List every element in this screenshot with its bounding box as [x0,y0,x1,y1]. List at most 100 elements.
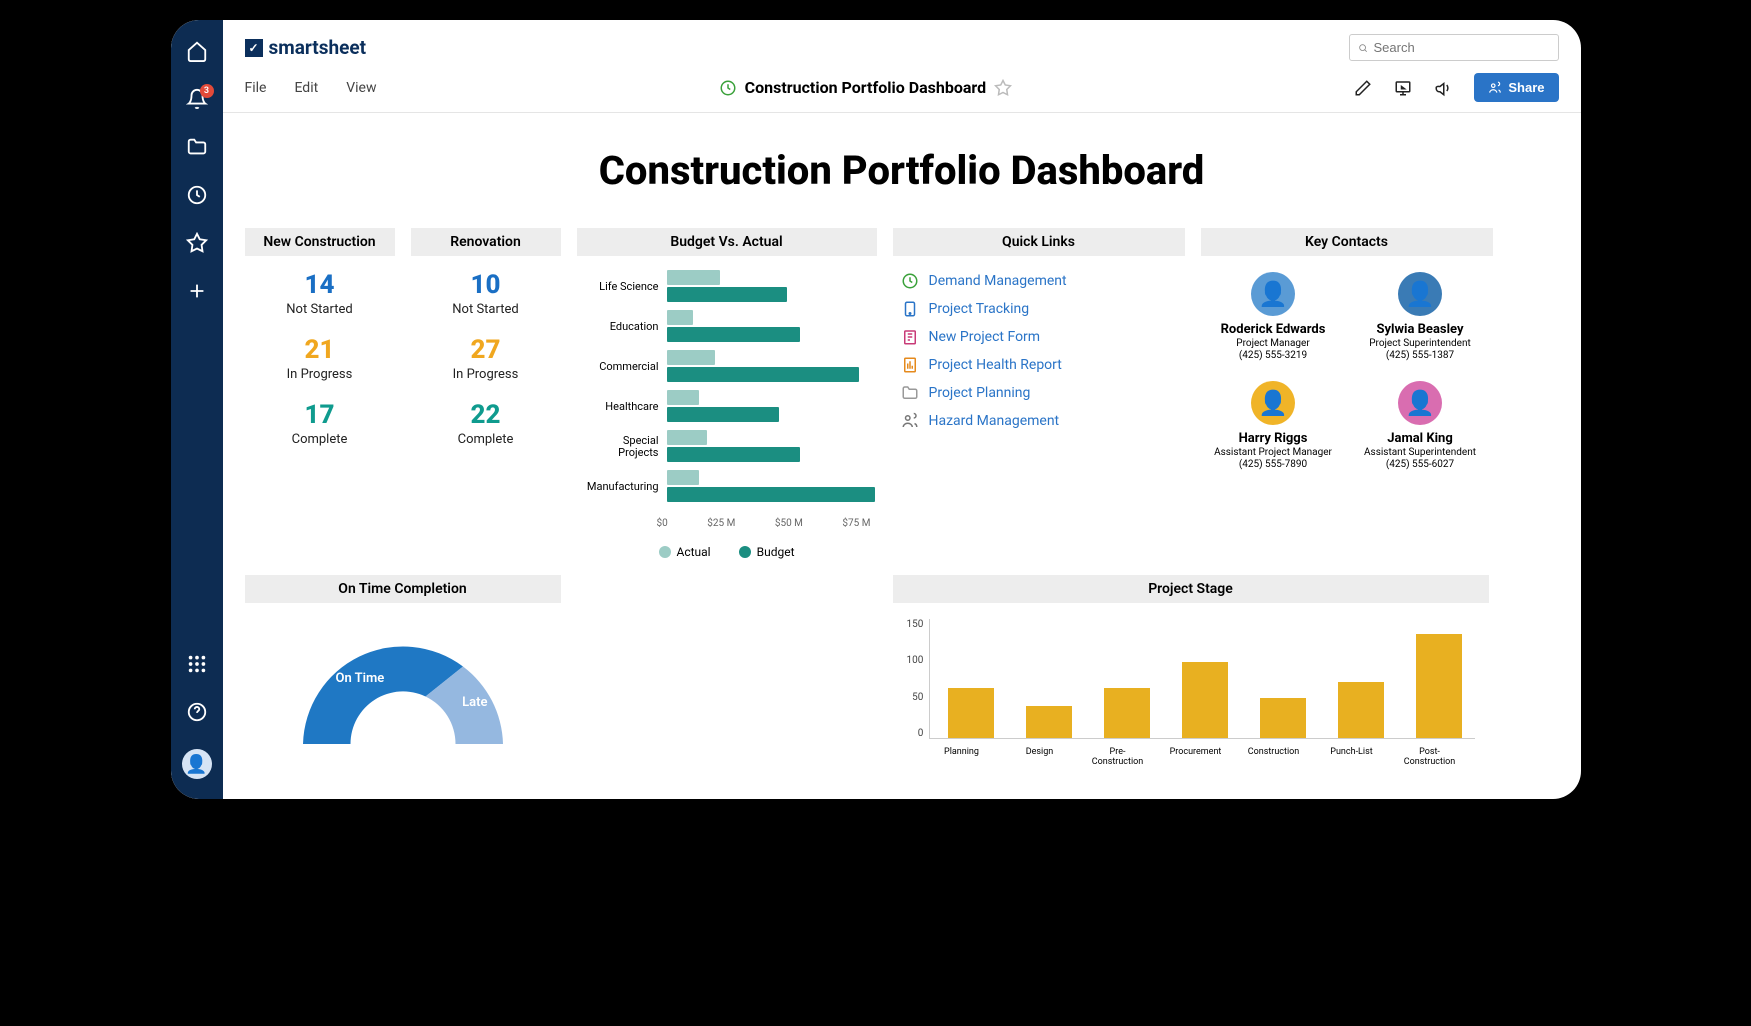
budget-chart: Life ScienceEducationCommercialHealthcar… [577,256,877,514]
clock-icon [901,272,919,290]
quick-link-row[interactable]: New Project Form [901,328,1177,346]
quick-link-row[interactable]: Hazard Management [901,412,1177,430]
widget-project-stage: Project Stage 150100500 PlanningDesignPr… [893,575,1489,767]
contact-name: Roderick Edwards [1205,322,1342,337]
stat-value: 22 [411,400,561,430]
stage-bar [1416,634,1462,738]
menu-edit[interactable]: Edit [294,80,318,96]
widget-key-contacts: Key Contacts 👤Roderick EdwardsProject Ma… [1201,228,1493,559]
stage-bar [1182,662,1228,738]
stat-label: In Progress [411,367,561,382]
widget-header: Project Stage [893,575,1489,603]
quick-link-row[interactable]: Project Planning [901,384,1177,402]
recent-icon[interactable] [186,184,208,206]
contact-card: 👤Jamal KingAssistant Superintendent(425)… [1352,381,1489,470]
stage-bar [1104,688,1150,738]
contact-role: Assistant Superintendent [1352,447,1489,458]
stage-label: Post-Construction [1399,747,1461,767]
quick-link[interactable]: Project Planning [929,385,1031,401]
report-icon [901,356,919,374]
user-avatar-icon[interactable]: 👤 [182,749,212,779]
present-icon[interactable] [1394,79,1412,97]
contact-phone: (425) 555-1387 [1352,350,1489,361]
contact-avatar-icon: 👤 [1251,381,1295,425]
dashboard-type-icon [719,79,737,97]
contact-role: Project Superintendent [1352,338,1489,349]
stat-label: In Progress [245,367,395,382]
brand-mark-icon: ✓ [245,39,263,57]
announce-icon[interactable] [1434,79,1452,97]
stage-label: Pre-Construction [1087,747,1149,767]
quick-link[interactable]: Hazard Management [929,413,1060,429]
stat-label: Not Started [245,302,395,317]
legend-actual: Actual [659,545,711,559]
stat-block: 14 Not Started [245,256,395,321]
folder-icon[interactable] [186,136,208,158]
bar-label: Life Science [587,281,667,293]
stat-block: 27 In Progress [411,321,561,386]
contact-name: Harry Riggs [1205,431,1342,446]
widget-header: New Construction [245,228,395,256]
menubar: File Edit View Construction Portfolio Da… [223,67,1581,113]
quick-link[interactable]: Demand Management [929,273,1067,289]
help-icon[interactable] [186,701,208,723]
contact-card: 👤Sylwia BeasleyProject Superintendent(42… [1352,272,1489,361]
widget-header: Quick Links [893,228,1185,256]
brand-logo[interactable]: ✓ smartsheet [245,36,367,59]
favorites-icon[interactable] [186,232,208,254]
home-icon[interactable] [186,40,208,62]
stage-bar [1026,706,1072,738]
app-frame: 3 👤 ✓ smartsheet File Edit V [171,20,1581,799]
widget-header: Key Contacts [1201,228,1493,256]
search-box[interactable] [1349,34,1559,61]
add-icon[interactable] [186,280,208,302]
stat-value: 17 [245,400,395,430]
contact-card: 👤Roderick EdwardsProject Manager(425) 55… [1205,272,1342,361]
stat-block: 17 Complete [245,386,395,451]
dashboard-content: Construction Portfolio Dashboard New Con… [223,113,1581,799]
widget-quick-links: Quick Links Demand Management Project Tra… [893,228,1185,559]
doc-title: Construction Portfolio Dashboard [745,78,986,97]
bar-label: Special Projects [587,435,667,459]
share-people-icon [1488,81,1502,95]
stat-value: 10 [411,270,561,300]
contact-avatar-icon: 👤 [1398,381,1442,425]
widget-ontime: On Time Completion On Time Late [245,575,561,767]
widget-header: Budget Vs. Actual [577,228,877,256]
favorite-star-icon[interactable] [994,79,1012,97]
apps-icon[interactable] [186,653,208,675]
bar-label: Healthcare [587,401,667,413]
stage-label: Procurement [1165,747,1227,767]
legend-budget: Budget [739,545,795,559]
menu-file[interactable]: File [245,80,267,96]
stat-value: 27 [411,335,561,365]
quick-link[interactable]: New Project Form [929,329,1041,345]
notifications-icon[interactable]: 3 [186,88,208,110]
bar-label: Manufacturing [587,481,667,493]
main-area: ✓ smartsheet File Edit View Construction… [223,20,1581,799]
quick-link-row[interactable]: Project Health Report [901,356,1177,374]
widget-renovation: Renovation 10Not Started27In Progress22C… [411,228,561,559]
search-input[interactable] [1374,40,1550,55]
stat-value: 21 [245,335,395,365]
stage-bar [1260,698,1306,738]
quick-link[interactable]: Project Tracking [929,301,1030,317]
search-icon [1358,41,1368,55]
stat-value: 14 [245,270,395,300]
quick-link-row[interactable]: Demand Management [901,272,1177,290]
quick-link[interactable]: Project Health Report [929,357,1062,373]
contact-name: Sylwia Beasley [1352,322,1489,337]
notification-badge: 3 [200,84,214,98]
quick-link-row[interactable]: Project Tracking [901,300,1177,318]
menu-view[interactable]: View [346,80,376,96]
contact-phone: (425) 555-7890 [1205,459,1342,470]
widget-budget: Budget Vs. Actual Life ScienceEducationC… [577,228,877,559]
stat-block: 21 In Progress [245,321,395,386]
bar-label: Education [587,321,667,333]
donut-label-late: Late [462,695,487,710]
widget-new-construction: New Construction 14 Not Started 21 In Progr… [245,228,395,559]
stage-chart [929,619,1474,739]
share-button[interactable]: Share [1474,73,1558,102]
stat-label: Complete [245,432,395,447]
edit-icon[interactable] [1354,79,1372,97]
